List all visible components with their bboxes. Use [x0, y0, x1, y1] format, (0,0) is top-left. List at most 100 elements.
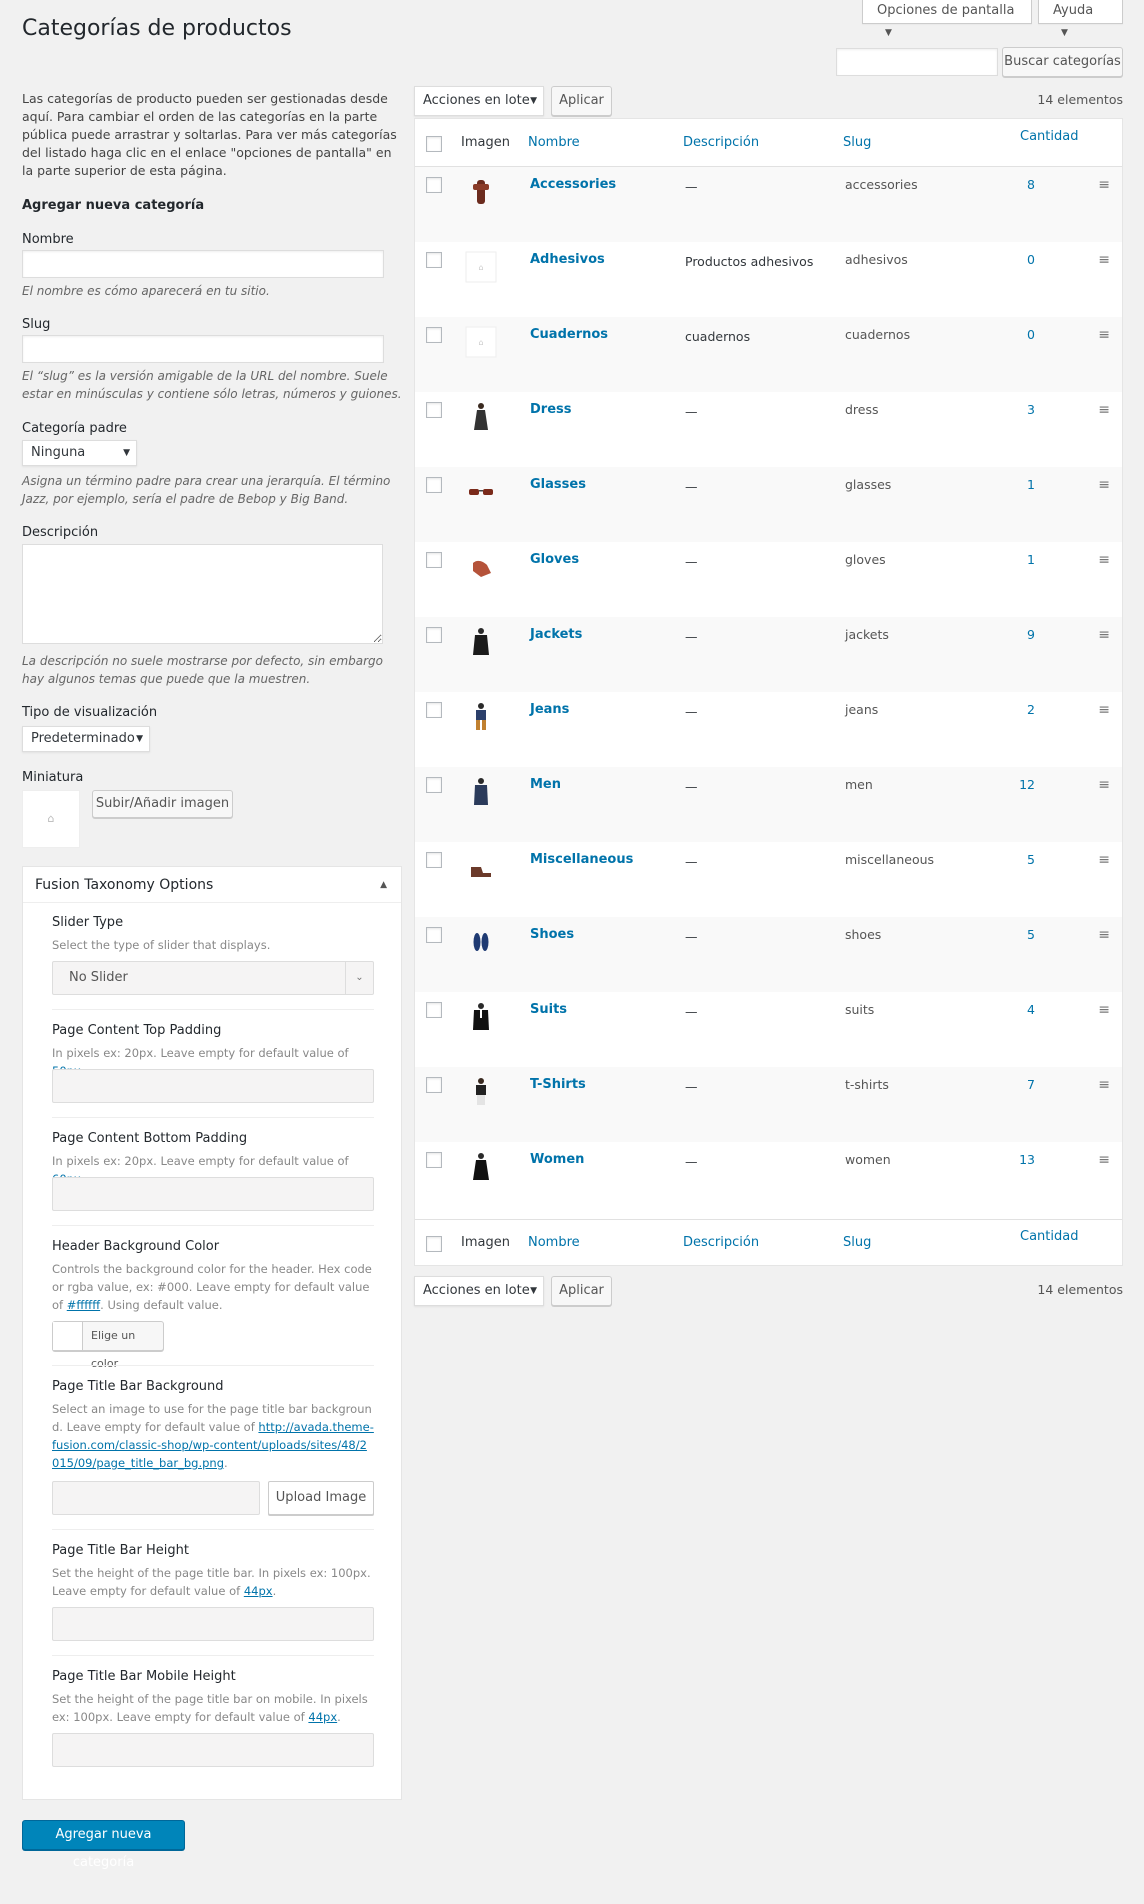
column-count[interactable]: Cantidad [1020, 129, 1078, 144]
bottom-padding-input[interactable] [52, 1177, 374, 1211]
search-categories-button[interactable]: Buscar categorías [1002, 47, 1123, 77]
table-row: Jackets — jackets 9 ≡ [415, 617, 1122, 692]
display-type-select[interactable]: Predeterminado ▼ [22, 726, 150, 752]
category-name-link[interactable]: Gloves [530, 552, 579, 567]
category-count-link[interactable]: 7 [975, 1077, 1035, 1092]
divider [52, 1225, 374, 1226]
column-name[interactable]: Nombre [528, 135, 580, 150]
row-checkbox[interactable] [426, 702, 442, 718]
category-name-link[interactable]: Men [530, 777, 561, 792]
row-checkbox[interactable] [426, 1002, 442, 1018]
category-count-link[interactable]: 8 [975, 177, 1035, 192]
category-name-link[interactable]: Glasses [530, 477, 586, 492]
top-padding-input[interactable] [52, 1069, 374, 1103]
fusion-box-header[interactable]: Fusion Taxonomy Options ▲ [23, 867, 401, 903]
category-name-link[interactable]: Suits [530, 1002, 567, 1017]
row-checkbox[interactable] [426, 477, 442, 493]
drag-handle-icon[interactable]: ≡ [1098, 252, 1110, 268]
upload-image-button[interactable]: Subir/Añadir imagen [92, 790, 233, 818]
title-bar-height-default-link[interactable]: 44px [244, 1584, 273, 1598]
category-name-link[interactable]: Jeans [530, 702, 569, 717]
column-count-footer[interactable]: Cantidad [1020, 1229, 1078, 1244]
bulk-actions-select-bottom[interactable]: Acciones en lote ▼ [414, 1276, 544, 1306]
category-count-link[interactable]: 1 [975, 552, 1035, 567]
row-checkbox[interactable] [426, 327, 442, 343]
category-count-link[interactable]: 9 [975, 627, 1035, 642]
category-count-link[interactable]: 0 [975, 252, 1035, 267]
category-count-link[interactable]: 2 [975, 702, 1035, 717]
category-count-link[interactable]: 4 [975, 1002, 1035, 1017]
category-name-link[interactable]: T-Shirts [530, 1077, 586, 1092]
category-slug: cuadernos [845, 327, 911, 342]
collapse-arrow-icon[interactable]: ▲ [380, 867, 387, 903]
title-bar-bg-title: Page Title Bar Background [52, 1379, 224, 1394]
row-checkbox[interactable] [426, 252, 442, 268]
help-button[interactable]: Ayuda ▼ [1038, 0, 1123, 38]
row-checkbox[interactable] [426, 177, 442, 193]
search-input[interactable] [836, 48, 998, 76]
category-count-link[interactable]: 5 [975, 852, 1035, 867]
drag-handle-icon[interactable]: ≡ [1098, 927, 1110, 943]
drag-handle-icon[interactable]: ≡ [1098, 402, 1110, 418]
color-picker-button[interactable]: Elige un color [52, 1321, 164, 1370]
row-checkbox[interactable] [426, 402, 442, 418]
category-count-link[interactable]: 0 [975, 327, 1035, 342]
row-checkbox[interactable] [426, 927, 442, 943]
drag-handle-icon[interactable]: ≡ [1098, 627, 1110, 643]
row-checkbox[interactable] [426, 1077, 442, 1093]
drag-handle-icon[interactable]: ≡ [1098, 552, 1110, 568]
bulk-actions-select-top[interactable]: Acciones en lote ▼ [414, 86, 544, 116]
drag-handle-icon[interactable]: ≡ [1098, 177, 1110, 193]
category-name-link[interactable]: Miscellaneous [530, 852, 633, 867]
category-name-link[interactable]: Adhesivos [530, 252, 605, 267]
drag-handle-icon[interactable]: ≡ [1098, 777, 1110, 793]
apply-button-bottom[interactable]: Aplicar [551, 1276, 612, 1306]
parent-select[interactable]: Ninguna ▼ [22, 440, 137, 466]
drag-handle-icon[interactable]: ≡ [1098, 702, 1110, 718]
row-checkbox[interactable] [426, 627, 442, 643]
column-slug[interactable]: Slug [843, 135, 871, 150]
screen-options-button[interactable]: Opciones de pantalla ▼ [862, 0, 1032, 38]
category-description: — [685, 704, 698, 719]
glasses-icon [465, 476, 497, 508]
drag-handle-icon[interactable]: ≡ [1098, 1077, 1110, 1093]
category-count-link[interactable]: 5 [975, 927, 1035, 942]
drag-handle-icon[interactable]: ≡ [1098, 1152, 1110, 1168]
add-new-category-button[interactable]: Agregar nueva categoría [22, 1820, 185, 1870]
title-bar-mobile-height-default-link[interactable]: 44px [308, 1710, 337, 1724]
drag-handle-icon[interactable]: ≡ [1098, 477, 1110, 493]
slider-type-select[interactable]: No Slider ⌄ [52, 961, 374, 995]
category-name-link[interactable]: Accessories [530, 177, 616, 192]
select-all-checkbox-footer[interactable] [426, 1236, 442, 1252]
title-bar-bg-input[interactable] [52, 1481, 260, 1515]
category-name-link[interactable]: Jackets [530, 627, 582, 642]
category-count-link[interactable]: 12 [975, 777, 1035, 792]
title-bar-mobile-height-input[interactable] [52, 1733, 374, 1767]
header-bg-default-link[interactable]: #ffffff [67, 1298, 100, 1312]
category-name-link[interactable]: Women [530, 1152, 584, 1167]
description-field[interactable] [22, 544, 383, 644]
upload-title-bar-image-button[interactable]: Upload Image [268, 1481, 374, 1515]
apply-button-top[interactable]: Aplicar [551, 86, 612, 116]
column-description-footer[interactable]: Descripción [683, 1235, 759, 1250]
category-name-link[interactable]: Cuadernos [530, 327, 608, 342]
title-bar-height-input[interactable] [52, 1607, 374, 1641]
drag-handle-icon[interactable]: ≡ [1098, 327, 1110, 343]
row-checkbox[interactable] [426, 1152, 442, 1168]
select-all-checkbox[interactable] [426, 136, 442, 152]
column-slug-footer[interactable]: Slug [843, 1235, 871, 1250]
slug-field[interactable] [22, 335, 384, 363]
category-count-link[interactable]: 3 [975, 402, 1035, 417]
drag-handle-icon[interactable]: ≡ [1098, 852, 1110, 868]
row-checkbox[interactable] [426, 777, 442, 793]
category-count-link[interactable]: 13 [975, 1152, 1035, 1167]
drag-handle-icon[interactable]: ≡ [1098, 1002, 1110, 1018]
row-checkbox[interactable] [426, 552, 442, 568]
column-description[interactable]: Descripción [683, 135, 759, 150]
name-field[interactable] [22, 250, 384, 278]
category-count-link[interactable]: 1 [975, 477, 1035, 492]
column-name-footer[interactable]: Nombre [528, 1235, 580, 1250]
row-checkbox[interactable] [426, 852, 442, 868]
category-name-link[interactable]: Dress [530, 402, 572, 417]
category-name-link[interactable]: Shoes [530, 927, 574, 942]
